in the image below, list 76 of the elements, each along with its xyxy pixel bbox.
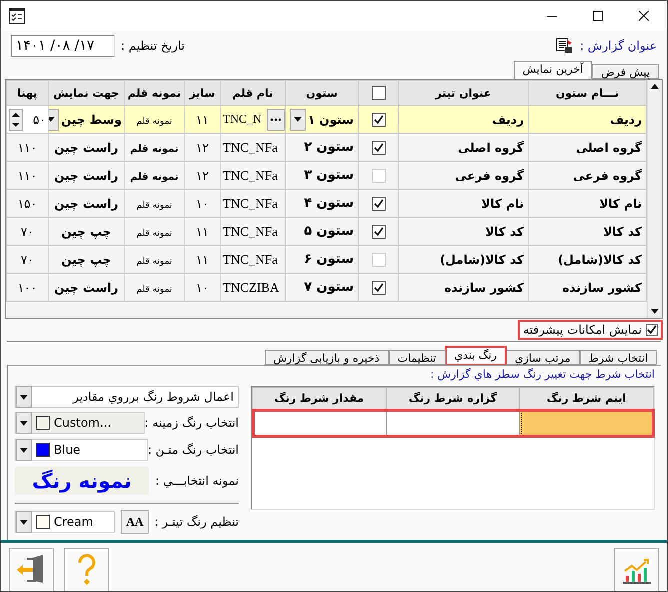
exit-button[interactable] xyxy=(9,548,54,591)
grid-cell[interactable] xyxy=(386,410,520,436)
title-color-label: تنظیم رنگ تیتـر : xyxy=(154,515,239,529)
column-header: ستون xyxy=(286,80,358,106)
checkbox[interactable] xyxy=(372,112,386,127)
scrollbar[interactable] xyxy=(647,80,662,318)
hint-text: انتخاب شرط جهت تغییر رنگ سطر هاي گزارش : xyxy=(429,368,655,383)
checkbox[interactable] xyxy=(372,224,386,239)
app-icon xyxy=(9,8,25,24)
font-value: TNC_N xyxy=(223,112,262,127)
table-cell: راست چین xyxy=(48,274,124,302)
option-tab[interactable]: ذخیره و بازیابی گزارش xyxy=(264,350,389,365)
column-header: پهنا xyxy=(6,80,48,106)
table-cell: نمونه قلم xyxy=(124,274,184,302)
caret-icon xyxy=(20,448,28,452)
checkbox[interactable] xyxy=(372,280,386,295)
option-tab[interactable]: رنگ بندي xyxy=(446,347,506,365)
text-color-dropdown[interactable]: Blue xyxy=(15,439,148,461)
view-tab[interactable]: آخرین نمایش xyxy=(514,61,592,79)
browse-button[interactable] xyxy=(267,108,284,130)
scroll-down-icon[interactable] xyxy=(651,309,659,314)
view-tab[interactable]: پیش فرض xyxy=(592,64,659,79)
option-tab[interactable]: تنظیمات xyxy=(388,350,446,365)
question-mark-icon xyxy=(76,553,98,587)
grid-row[interactable] xyxy=(252,410,654,436)
dropdown-button[interactable] xyxy=(290,108,306,130)
select-all-checkbox[interactable] xyxy=(372,86,386,100)
dropdown-value: وسط چین xyxy=(61,112,122,126)
caret-icon xyxy=(294,117,302,122)
report-title-label: عنوان گزارش : xyxy=(580,39,657,53)
date-label: تاریخ تنظیم : xyxy=(121,39,185,53)
background-color-label: انتخاب رنگ زمینه : xyxy=(144,416,239,430)
report-chart-button[interactable] xyxy=(614,548,659,591)
apply-mode-dropdown[interactable]: اعمال شروط رنگ برروي مقادیر xyxy=(15,386,239,408)
background-color-dropdown[interactable]: Custom... xyxy=(15,412,145,434)
table-cell: کشور سازنده xyxy=(398,274,528,302)
checkbox[interactable] xyxy=(372,196,386,211)
column-header: نام قلم xyxy=(220,80,286,106)
spinner-icon[interactable] xyxy=(9,108,23,130)
text-color-label: انتخاب رنگ متـن : xyxy=(148,443,239,457)
date-field[interactable]: ۱۴۰۱ /۰۸ /۱۷ xyxy=(11,35,115,57)
font-button[interactable]: AA xyxy=(121,510,149,534)
table-cell: ۱۰۰ xyxy=(6,274,48,302)
caret-icon xyxy=(20,394,28,400)
column-header: نـــام ستون xyxy=(528,80,646,106)
column-header: نمونه قلم xyxy=(124,80,184,106)
option-tab[interactable]: مرتب سازي xyxy=(506,350,580,365)
grid-cell[interactable] xyxy=(520,410,654,436)
caret-icon xyxy=(20,420,28,426)
checkbox[interactable] xyxy=(646,324,658,336)
column-header: سایز xyxy=(184,80,220,106)
column-header: اینم شرط رنگ xyxy=(520,388,654,410)
table-cell: کشور سازنده xyxy=(528,274,646,302)
width-value: ۵۰ xyxy=(33,112,46,126)
column-header: مقدار شرط رنگ xyxy=(252,388,386,410)
sample-label: نمونه انتخابـــي : xyxy=(155,474,239,488)
scroll-up-icon[interactable] xyxy=(651,84,659,89)
column-header: جهت نمایش xyxy=(48,80,124,106)
column-header: عنوان تیتر xyxy=(398,80,528,106)
caret-icon xyxy=(20,520,28,524)
title-color-dropdown[interactable]: Cream xyxy=(15,511,115,533)
dots-icon xyxy=(270,118,282,122)
option-tab[interactable]: انتخاب شرط xyxy=(580,350,657,365)
table-cell: ستون ۷ xyxy=(286,274,358,302)
column-header: گزاره شرط رنگ xyxy=(386,388,520,410)
table-cell: ۱۰ xyxy=(184,274,220,302)
report-icon xyxy=(556,38,574,54)
dropdown-value: ستون ۱ xyxy=(308,112,354,126)
checkbox-label: نمایش امکانات پیشرفته xyxy=(523,323,642,337)
color-sample: نمونه رنگ xyxy=(15,467,149,495)
checkbox[interactable] xyxy=(372,140,386,155)
grid-cell[interactable] xyxy=(252,410,386,436)
table-cell: TNCZIBA xyxy=(220,274,286,302)
caret-icon xyxy=(50,117,56,122)
maximize-icon xyxy=(593,11,603,21)
close-icon xyxy=(639,11,649,21)
